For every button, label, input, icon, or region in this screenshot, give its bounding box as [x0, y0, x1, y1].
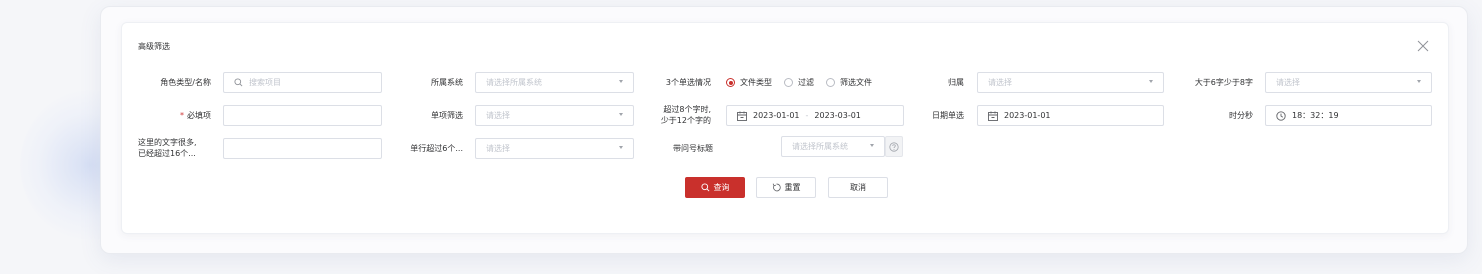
- required-label-text: 必填项: [187, 111, 211, 120]
- reset-button-label: 重置: [784, 183, 801, 192]
- range-placeholder: 请选择: [1276, 78, 1300, 87]
- search-button-label: 查询: [713, 183, 730, 192]
- single-filter-label: 单项筛选: [431, 111, 463, 120]
- radio-unchecked-icon: [784, 78, 793, 87]
- search-button[interactable]: 查询: [685, 177, 745, 198]
- radio-unchecked-icon: [826, 78, 835, 87]
- advanced-filter-panel: 高级筛选 角色类型/名称 搜索项目 所属系统 请选择所属系统 3个单选情况 文件…: [121, 22, 1449, 234]
- system-label: 所属系统: [431, 78, 463, 87]
- search-icon: [700, 183, 710, 192]
- panel-title: 高级筛选: [138, 42, 170, 51]
- chevron-down-icon: [1417, 80, 1421, 83]
- row-overflow-select[interactable]: 请选择: [475, 138, 634, 159]
- system-placeholder: 请选择所属系统: [486, 78, 542, 87]
- cancel-button-label: 取消: [850, 183, 866, 192]
- search-input[interactable]: 搜索项目: [223, 72, 382, 93]
- chevron-down-icon: [1149, 80, 1153, 83]
- search-icon: [234, 78, 243, 87]
- long-label: 超过8个字时, 少于12个字的: [642, 104, 711, 126]
- radio-label-filter-file: 筛选文件: [840, 78, 872, 87]
- question-placeholder: 请选择所属系统: [792, 142, 848, 151]
- many-text-input[interactable]: [223, 138, 382, 159]
- required-mark: *: [180, 111, 184, 120]
- chevron-down-icon: [619, 80, 623, 83]
- radio-label-filter: 过滤: [798, 78, 814, 87]
- system-select[interactable]: 请选择所属系统: [475, 72, 634, 93]
- row-overflow-label: 单行超过6个...: [410, 144, 463, 153]
- question-select[interactable]: 请选择所属系统: [781, 136, 885, 157]
- row-overflow-placeholder: 请选择: [486, 144, 510, 153]
- chevron-down-icon: [870, 144, 874, 147]
- date-range-separator: -: [805, 111, 809, 120]
- time-label: 时分秒: [1229, 111, 1253, 120]
- chevron-down-icon: [619, 146, 623, 149]
- calendar-icon: [737, 111, 747, 121]
- question-label: 带问号标题: [673, 144, 713, 153]
- long-label-line1: 超过8个字时,: [663, 105, 711, 114]
- required-input[interactable]: [223, 105, 382, 126]
- owner-label: 归属: [948, 78, 964, 87]
- chevron-down-icon: [619, 113, 623, 116]
- question-circle-icon: [889, 137, 899, 156]
- date-range-end: 2023-03-01: [814, 111, 861, 120]
- calendar-icon: [988, 111, 998, 121]
- date-single-label: 日期单选: [932, 111, 964, 120]
- role-label: 角色类型/名称: [160, 78, 211, 87]
- radio-group: 文件类型 过滤 筛选文件: [726, 77, 884, 88]
- date-single-value: 2023-01-01: [1004, 111, 1051, 120]
- time-picker[interactable]: 18：32：19: [1265, 105, 1432, 126]
- many-text-line2: 已经超过16个...: [138, 149, 196, 158]
- time-value: 18：32：19: [1292, 111, 1339, 120]
- many-text-label: 这里的文字很多, 已经超过16个...: [138, 137, 197, 159]
- date-range-picker[interactable]: 2023-01-01 - 2023-03-01: [726, 105, 904, 126]
- radio-checked-icon: [726, 78, 735, 87]
- range-label: 大于6字少于8字: [1194, 78, 1253, 87]
- cancel-button[interactable]: 取消: [828, 177, 888, 198]
- radio-file-type[interactable]: 文件类型: [726, 77, 772, 88]
- owner-select[interactable]: 请选择: [977, 72, 1164, 93]
- required-label: * 必填项: [122, 110, 211, 121]
- close-icon[interactable]: [1416, 38, 1430, 52]
- reset-icon: [772, 183, 781, 192]
- long-label-line2: 少于12个字的: [660, 116, 711, 125]
- single-filter-placeholder: 请选择: [486, 111, 510, 120]
- date-single-picker[interactable]: 2023-01-01: [977, 105, 1164, 126]
- radio-filter[interactable]: 过滤: [784, 77, 814, 88]
- clock-icon: [1276, 110, 1286, 121]
- radio-label-file-type: 文件类型: [740, 78, 772, 87]
- radio-filter-file[interactable]: 筛选文件: [826, 77, 872, 88]
- radio-label: 3个单选情况: [665, 78, 711, 87]
- question-help-button[interactable]: [885, 136, 903, 157]
- date-range-start: 2023-01-01: [753, 111, 800, 120]
- owner-placeholder: 请选择: [988, 78, 1012, 87]
- many-text-line1: 这里的文字很多,: [138, 138, 197, 147]
- range-select[interactable]: 请选择: [1265, 72, 1432, 93]
- search-placeholder: 搜索项目: [249, 78, 281, 87]
- single-filter-select[interactable]: 请选择: [475, 105, 634, 126]
- reset-button[interactable]: 重置: [756, 177, 816, 198]
